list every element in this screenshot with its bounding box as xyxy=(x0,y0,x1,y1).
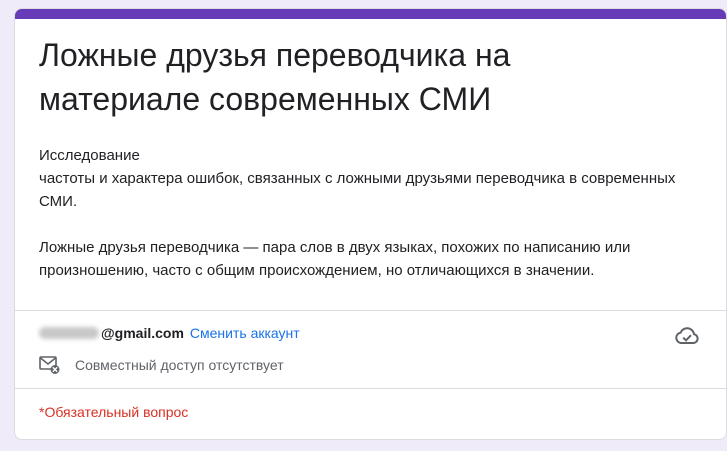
email-username-redacted xyxy=(39,327,99,339)
sharing-status-text: Совместный доступ отсутствует xyxy=(75,357,284,373)
divider xyxy=(15,388,726,389)
switch-account-link[interactable]: Сменить аккаунт xyxy=(190,322,300,344)
required-question-note: *Обязательный вопрос xyxy=(39,404,189,420)
divider xyxy=(15,310,726,311)
form-description: Исследование частоты и характера ошибок,… xyxy=(39,147,676,279)
account-email: @gmail.com xyxy=(101,325,184,341)
form-title: Ложные друзья переводчика на материале с… xyxy=(39,37,511,117)
account-row: @gmail.com Сменить аккаунт xyxy=(39,322,300,344)
cloud-check-icon[interactable] xyxy=(674,325,700,347)
mail-off-icon xyxy=(39,356,60,374)
form-header-card: Ложные друзья переводчика на материале с… xyxy=(14,8,727,440)
theme-accent-bar xyxy=(15,9,726,19)
sharing-status-row: Совместный доступ отсутствует xyxy=(39,354,284,376)
